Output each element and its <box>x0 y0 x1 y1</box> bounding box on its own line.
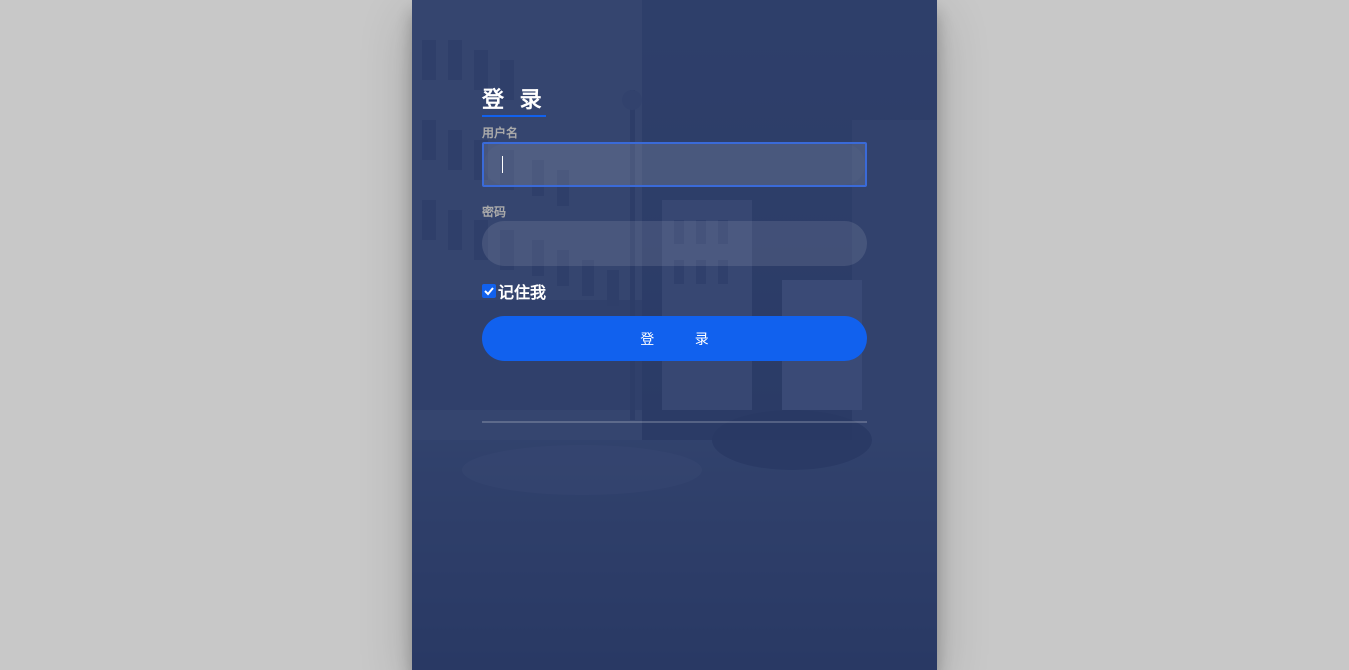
login-tab-title[interactable]: 登 录 <box>482 86 546 117</box>
remember-me-label: 记住我 <box>498 283 547 302</box>
login-panel: 登 录 用户名 密码 记住我 登 录 <box>412 0 937 670</box>
remember-me-row[interactable]: 记住我 <box>482 280 867 302</box>
checkmark-icon <box>484 287 494 296</box>
username-label: 用户名 <box>482 126 519 140</box>
login-form: 登 录 用户名 密码 记住我 登 录 <box>482 86 867 423</box>
divider <box>482 421 867 423</box>
text-caret <box>502 156 503 173</box>
username-input[interactable] <box>482 142 867 187</box>
password-label: 密码 <box>482 205 507 219</box>
remember-me-checkbox[interactable] <box>482 284 496 298</box>
login-button[interactable]: 登 录 <box>482 316 867 361</box>
password-input[interactable] <box>482 221 867 266</box>
